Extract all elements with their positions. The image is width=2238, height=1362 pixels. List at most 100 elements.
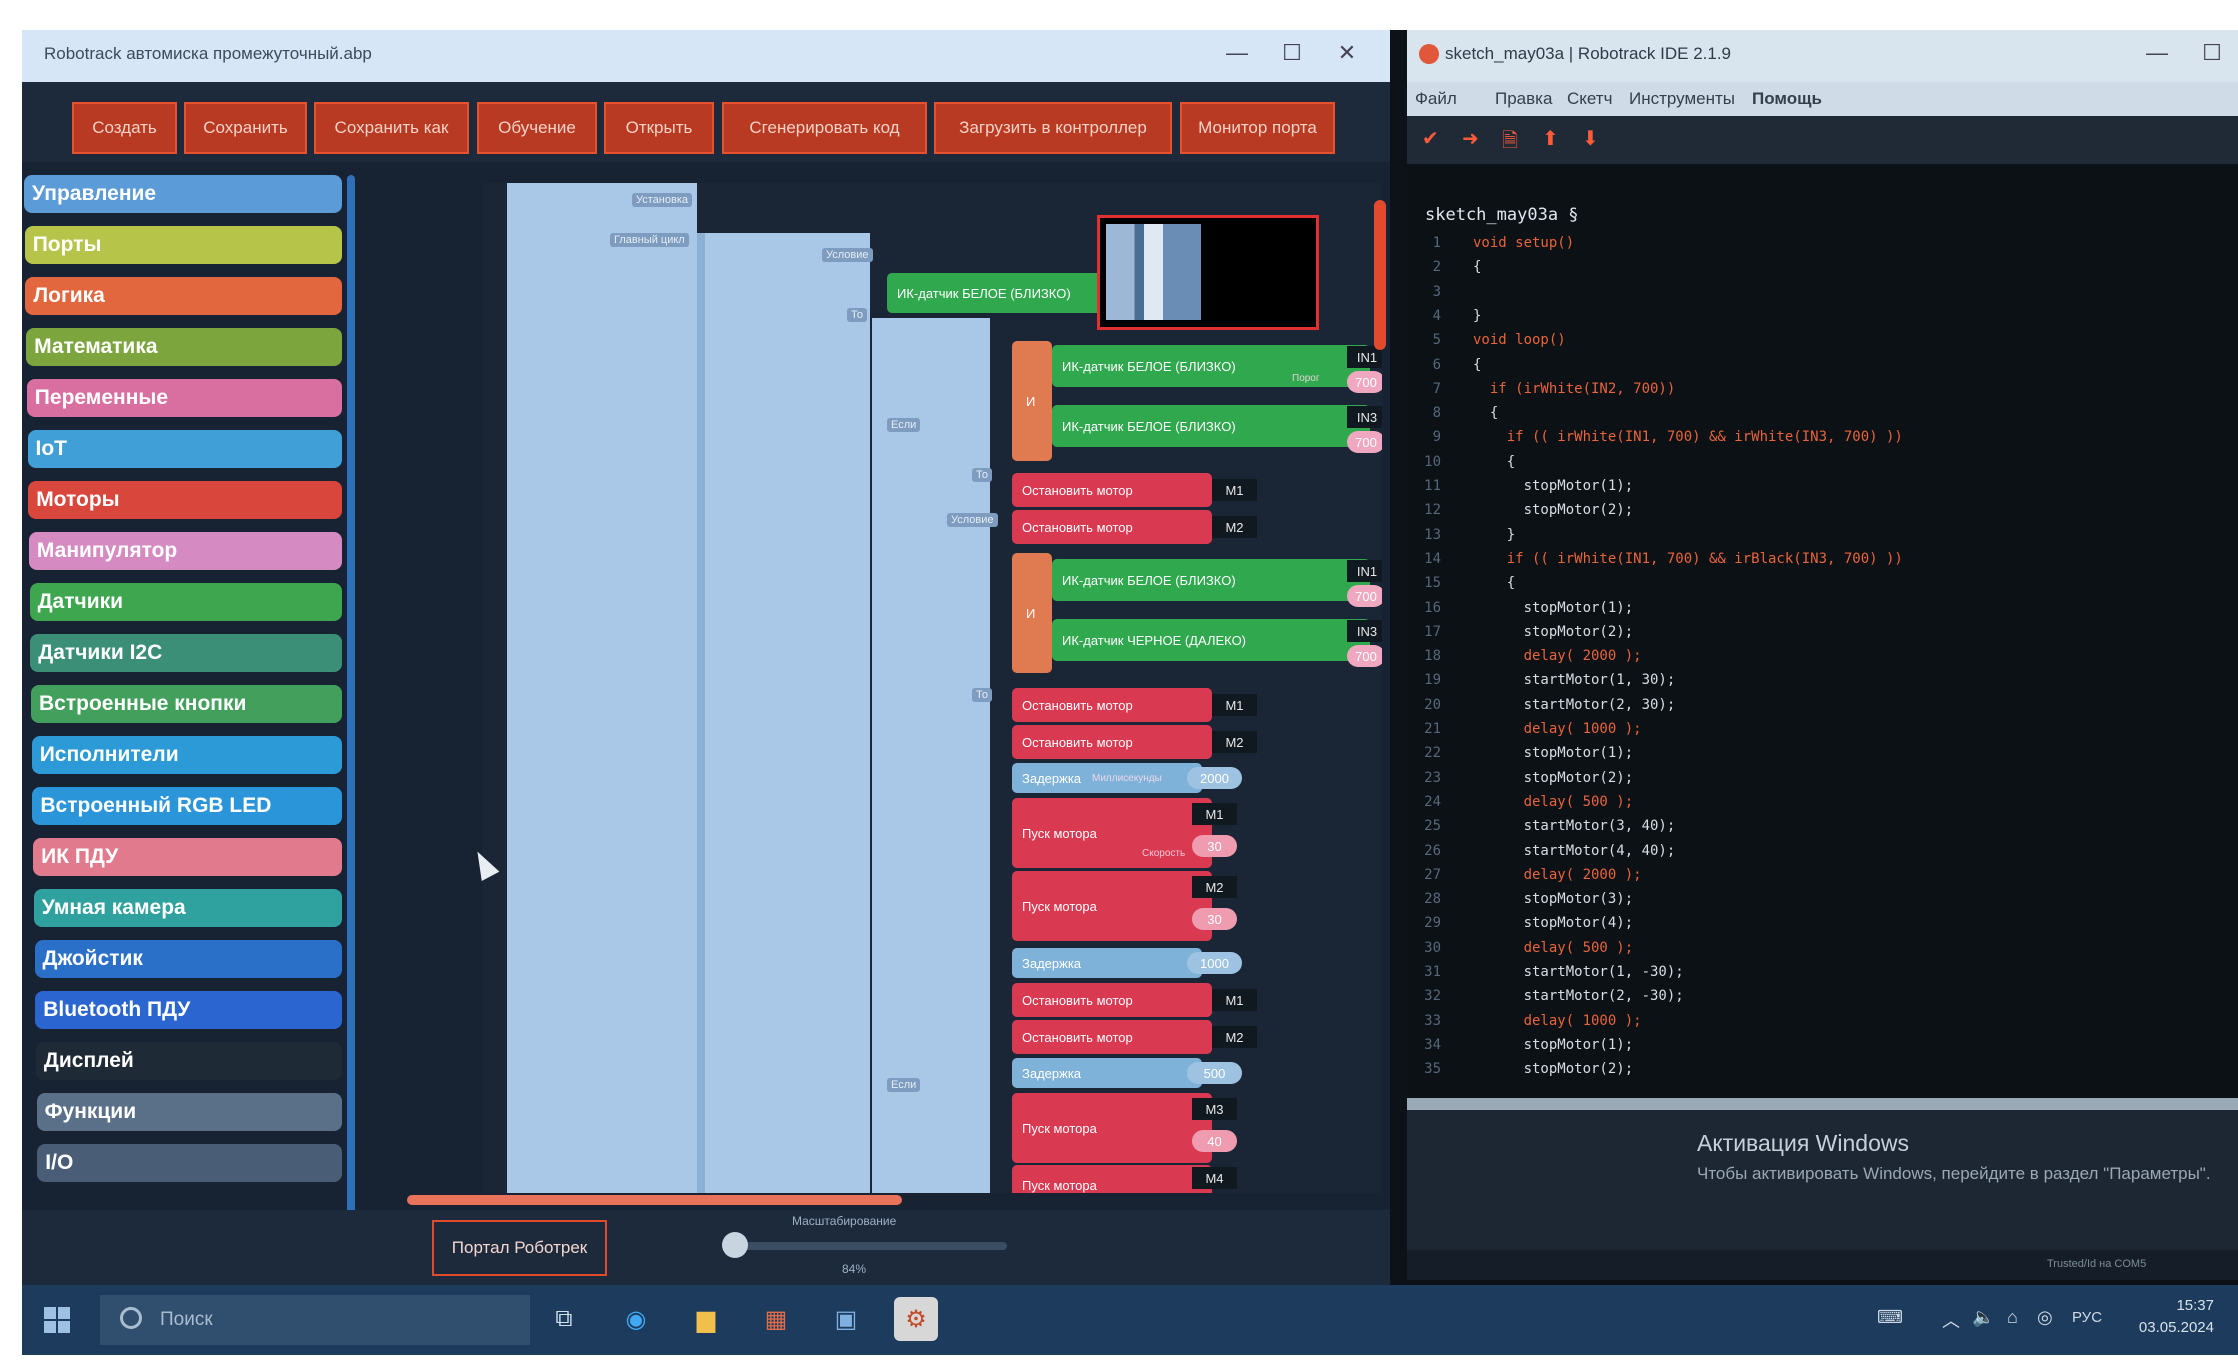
show-hidden-icons-icon[interactable]: ︿ [1942,1307,1960,1333]
port-monitor-button[interactable]: Монитор порта [1180,102,1335,154]
category-4[interactable]: Переменные [26,379,342,417]
ide-titlebar[interactable]: sketch_may03a | Robotrack IDE 2.1.9 — ☐ [1407,30,2238,82]
category-1[interactable]: Порты [24,226,342,264]
stop-motor-block[interactable]: Остановить мотор [1012,688,1212,722]
category-19[interactable]: I/O [37,1144,342,1182]
open-button[interactable]: Открыть [604,102,714,154]
task-view-icon[interactable]: ⧉ [542,1297,586,1341]
sensor-white-block[interactable]: ИК-датчик БЕЛОЕ (БЛИЗКО) [1052,345,1370,387]
port-value[interactable]: IN3 [1347,406,1382,428]
editor-console-divider[interactable] [1407,1098,2238,1110]
category-14[interactable]: Умная камера [33,889,342,927]
start-motor-block[interactable]: Пуск мотора [1012,871,1212,941]
taskbar-search-input[interactable]: Поиск [100,1295,530,1345]
stop-motor-block[interactable]: Остановить мотор [1012,725,1212,759]
category-18[interactable]: Функции [36,1093,342,1131]
block-editor-titlebar[interactable]: Robotrack автомиска промежуточный.abp — … [22,30,1390,82]
open-file-icon[interactable]: ⬆ [1542,126,1559,151]
motor-port[interactable]: M1 [1212,989,1257,1011]
category-2[interactable]: Логика [25,277,342,315]
delay-block[interactable]: Задержка [1012,948,1202,978]
motor-port[interactable]: M4 [1192,1167,1237,1189]
code-editor[interactable]: 1 void setup() 2{3 4} 5 void loop() 6{7 if (ir… [1407,235,2238,1095]
palette-scrollbar[interactable] [347,175,355,1255]
stop-motor-block[interactable]: Остановить мотор [1012,473,1212,507]
stop-motor-block[interactable]: Остановить мотор [1012,1020,1212,1054]
store-icon[interactable]: ▣ [824,1297,868,1341]
taskbar-clock[interactable]: 15:37 03.05.2024 [2139,1295,2214,1339]
category-9[interactable]: Датчики I2C [30,634,342,672]
category-10[interactable]: Встроенные кнопки [31,685,342,723]
speed-value[interactable]: 40 [1192,1130,1237,1152]
sensor-white-block[interactable]: ИК-датчик БЕЛОЕ (БЛИЗКО) [1052,405,1370,447]
menu-edit[interactable]: Правка [1495,89,1552,109]
sketch-tab[interactable]: sketch_may03a § [1425,205,1579,225]
new-file-icon[interactable]: 🗎 [1502,126,1518,160]
robotrack-portal-button[interactable]: Портал Роботрек [432,1220,607,1276]
and-block[interactable]: И [1012,341,1052,461]
volume-icon[interactable]: 🔈 [1972,1307,1994,1328]
upload-icon[interactable]: ➜ [1462,126,1479,151]
port-value[interactable]: IN1 [1347,560,1382,582]
app-grid-icon[interactable]: ▦ [754,1297,798,1341]
keyboard-icon[interactable]: ⌨ [1877,1307,1903,1328]
workspace-minimap[interactable] [1097,215,1319,330]
zoom-slider-handle[interactable] [722,1232,748,1258]
motor-port[interactable]: M2 [1212,516,1257,538]
port-value[interactable]: IN3 [1347,620,1382,642]
menu-help[interactable]: Помощь [1752,89,1822,109]
start-motor-block[interactable]: Пуск мотора [1012,1093,1212,1163]
menu-file[interactable]: Файл [1415,89,1457,109]
verify-icon[interactable]: ✔ [1422,126,1439,151]
generate-code-button[interactable]: Сгенерировать код [722,102,927,154]
minimap-viewport[interactable] [1106,224,1201,320]
file-explorer-icon[interactable]: ▆ [684,1297,728,1341]
category-12[interactable]: Встроенный RGB LED [32,787,342,825]
menu-sketch[interactable]: Скетч [1567,89,1612,109]
maximize-icon[interactable]: ☐ [1272,40,1312,66]
upload-to-controller-button[interactable]: Загрузить в контроллер [934,102,1172,154]
delay-value[interactable]: 500 [1187,1062,1242,1084]
category-6[interactable]: Моторы [28,481,342,519]
start-menu-icon[interactable] [44,1307,70,1333]
motor-port[interactable]: M2 [1212,731,1257,753]
globe-icon[interactable]: ◎ [2037,1307,2053,1328]
category-13[interactable]: ИК ПДУ [33,838,342,876]
motor-port[interactable]: M1 [1212,694,1257,716]
motor-port[interactable]: M1 [1192,803,1237,825]
sensor-black-block[interactable]: ИК-датчик ЧЕРНОЕ (ДАЛЕКО) [1052,619,1370,661]
category-5[interactable]: IoT [27,430,342,468]
category-3[interactable]: Математика [26,328,342,366]
category-16[interactable]: Bluetooth ПДУ [35,991,342,1029]
tutorial-button[interactable]: Обучение [477,102,597,154]
category-0[interactable]: Управление [24,175,342,213]
workspace-vertical-scrollbar[interactable] [1374,200,1386,350]
category-11[interactable]: Исполнители [31,736,342,774]
threshold-value[interactable]: 700 [1347,371,1382,393]
minimize-icon[interactable]: — [1217,40,1257,66]
network-icon[interactable]: ⌂ [2007,1307,2018,1328]
zoom-slider-track[interactable] [737,1242,1007,1250]
block-workspace[interactable]: Установка Главный цикл Условие То Если У… [482,183,1382,1193]
category-17[interactable]: Дисплей [35,1042,342,1080]
maximize-icon[interactable]: ☐ [2192,40,2232,66]
workspace-horizontal-scrollbar[interactable] [407,1195,902,1205]
save-as-button[interactable]: Сохранить как [314,102,469,154]
motor-port[interactable]: M2 [1192,876,1237,898]
create-button[interactable]: Создать [72,102,177,154]
threshold-value[interactable]: 700 [1347,431,1382,453]
close-icon[interactable]: ✕ [1327,40,1367,66]
start-motor-block[interactable]: Пуск мотора [1012,1165,1212,1193]
motor-port[interactable]: M3 [1192,1098,1237,1120]
delay-value[interactable]: 2000 [1187,767,1242,789]
stop-motor-block[interactable]: Остановить мотор [1012,983,1212,1017]
threshold-value[interactable]: 700 [1347,585,1382,607]
category-7[interactable]: Манипулятор [28,532,342,570]
motor-port[interactable]: M2 [1212,1026,1257,1048]
motor-port[interactable]: M1 [1212,479,1257,501]
menu-tools[interactable]: Инструменты [1629,89,1735,109]
sensor-white-block[interactable]: ИК-датчик БЕЛОЕ (БЛИЗКО) [1052,559,1370,601]
delay-block[interactable]: Задержка [1012,1058,1202,1088]
save-button[interactable]: Сохранить [184,102,307,154]
minimize-icon[interactable]: — [2137,40,2177,66]
